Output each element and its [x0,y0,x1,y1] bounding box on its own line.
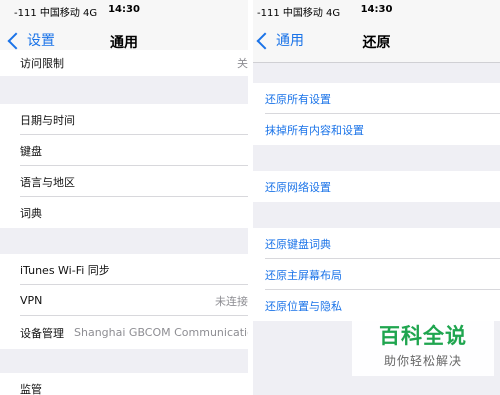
page-title: 还原 [362,35,391,51]
watermark-subtitle: 助你轻松解决 [383,354,462,368]
settings-row-language-region[interactable]: 语言与地区 [0,166,248,197]
settings-row-restrictions[interactable]: 访问限制 关 [0,50,248,76]
settings-row-dictionary[interactable]: 词典 [0,197,248,228]
row-value: 关 [237,57,248,70]
baike-watermark-logo: 百科全说 助你轻松解决 [352,318,494,376]
reset-home-screen-layout-button[interactable]: 还原主屏幕布局 [253,259,500,290]
row-label: 日期与时间 [20,113,75,127]
row-label: VPN [20,294,43,307]
status-time: 14:30 [108,4,140,15]
row-label: 语言与地区 [20,175,75,189]
row-value: Shanghai GBCOM Communication Tec [74,326,248,339]
settings-row-supervision[interactable]: 监管 [0,373,248,395]
general-settings-screen: -111 中国移动 4G 14:30 设置 通用 访问限制 关 日期与时间 键盘… [0,0,248,395]
row-label: 词典 [20,206,42,220]
settings-row-device-management[interactable]: 设备管理 Shanghai GBCOM Communication Tec [0,316,248,349]
navigation-bar: 通用 还原 [253,20,500,63]
settings-row-keyboard[interactable]: 键盘 [0,135,248,166]
row-label: iTunes Wi-Fi 同步 [20,263,110,277]
status-bar: -111 中国移动 4G 14:30 [253,0,500,20]
reset-all-settings-button[interactable]: 还原所有设置 [253,83,500,114]
status-bar: -111 中国移动 4G 14:30 [0,0,248,20]
row-label: 设备管理 Shanghai GBCOM Communication Tec [20,316,248,349]
page-title: 通用 [110,35,138,51]
settings-row-itunes-wifi-sync[interactable]: iTunes Wi-Fi 同步 [0,254,248,285]
row-label: 监管 [20,382,42,395]
settings-row-vpn[interactable]: VPN 未连接 [0,285,248,316]
reset-keyboard-dictionary-button[interactable]: 还原键盘词典 [253,228,500,259]
reset-location-privacy-button[interactable]: 还原位置与隐私 [253,290,500,321]
watermark-title: 百科全说 [379,324,467,348]
reset-network-settings-button[interactable]: 还原网络设置 [253,171,500,202]
row-label: 键盘 [20,144,42,158]
settings-row-date-time[interactable]: 日期与时间 [0,104,248,135]
row-value: 未连接 [215,294,248,308]
status-time: 14:30 [360,4,393,15]
erase-all-content-button[interactable]: 抹掉所有内容和设置 [253,114,500,145]
row-label: 访问限制 [20,57,64,70]
